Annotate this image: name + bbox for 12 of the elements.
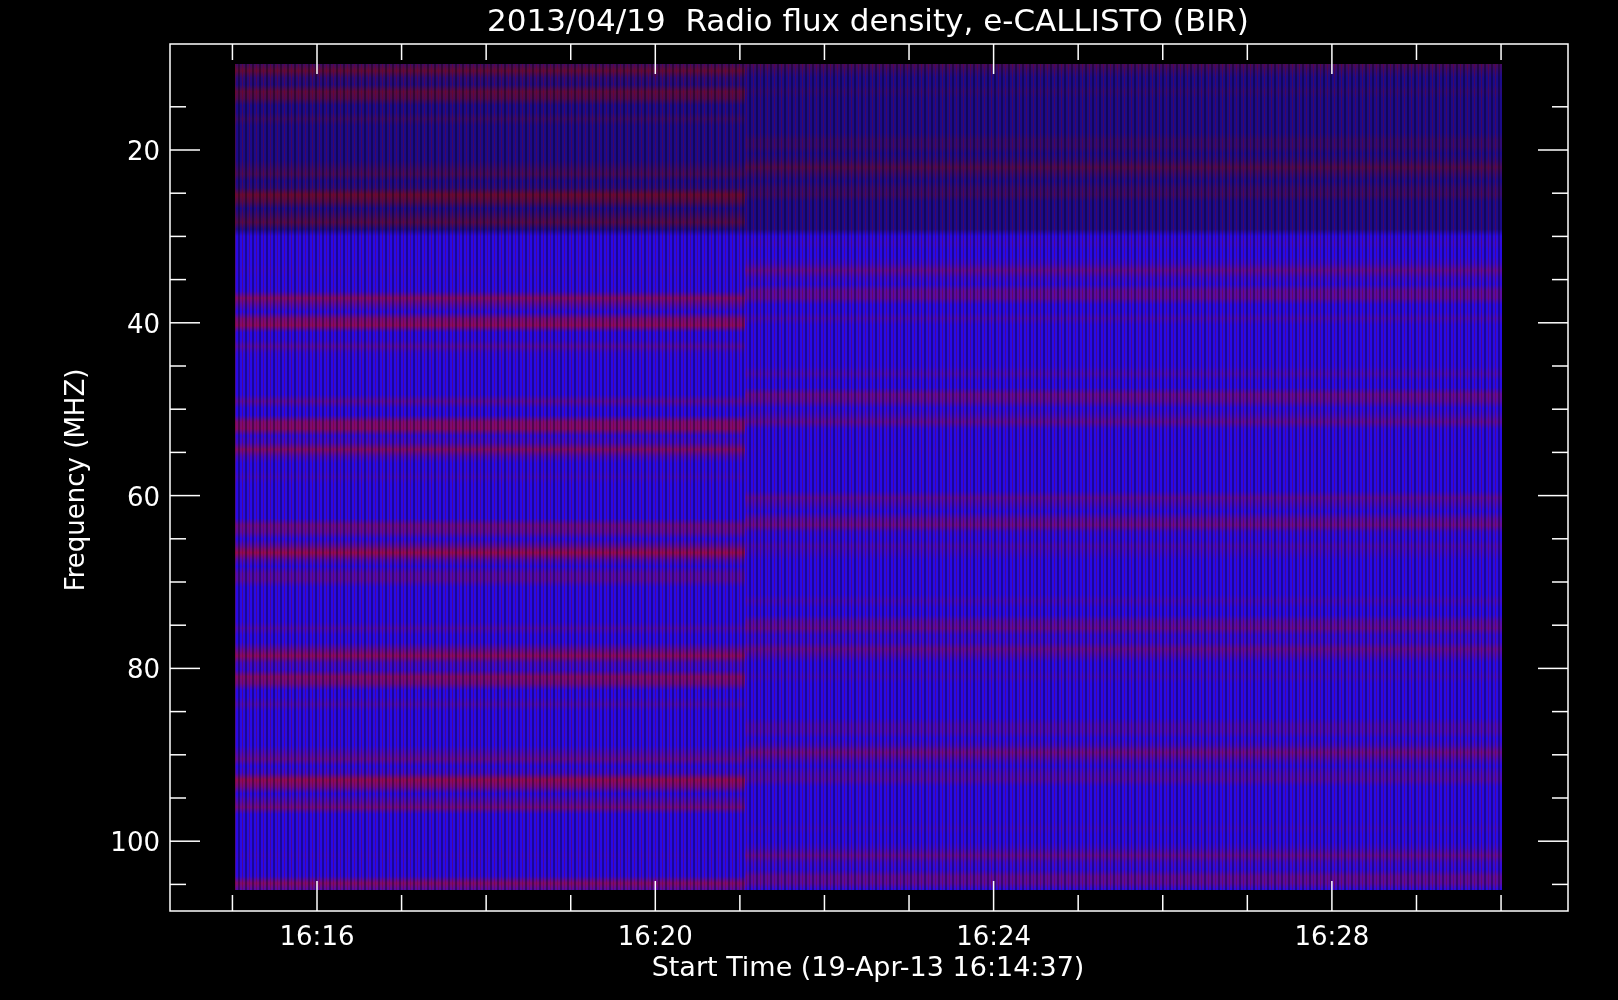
chart-title: 2013/04/19 Radio flux density, e-CALLISTO (BIR): [487, 2, 1249, 38]
y-axis-label: Frequency (MHZ): [60, 368, 90, 592]
y-tick-label: 100: [110, 827, 160, 858]
x-tick-label: 16:20: [617, 921, 693, 951]
x-tick-label: 16:24: [956, 921, 1032, 951]
y-tick-label: 80: [126, 654, 160, 685]
x-axis-label: Start Time (19-Apr-13 16:14:37): [651, 951, 1085, 982]
y-tick-label: 20: [126, 136, 160, 166]
y-tick-label: 60: [126, 481, 160, 512]
y-tick-label: 40: [126, 308, 160, 339]
x-tick-label: 16:16: [279, 921, 355, 951]
x-tick-label: 16:28: [1294, 921, 1370, 951]
